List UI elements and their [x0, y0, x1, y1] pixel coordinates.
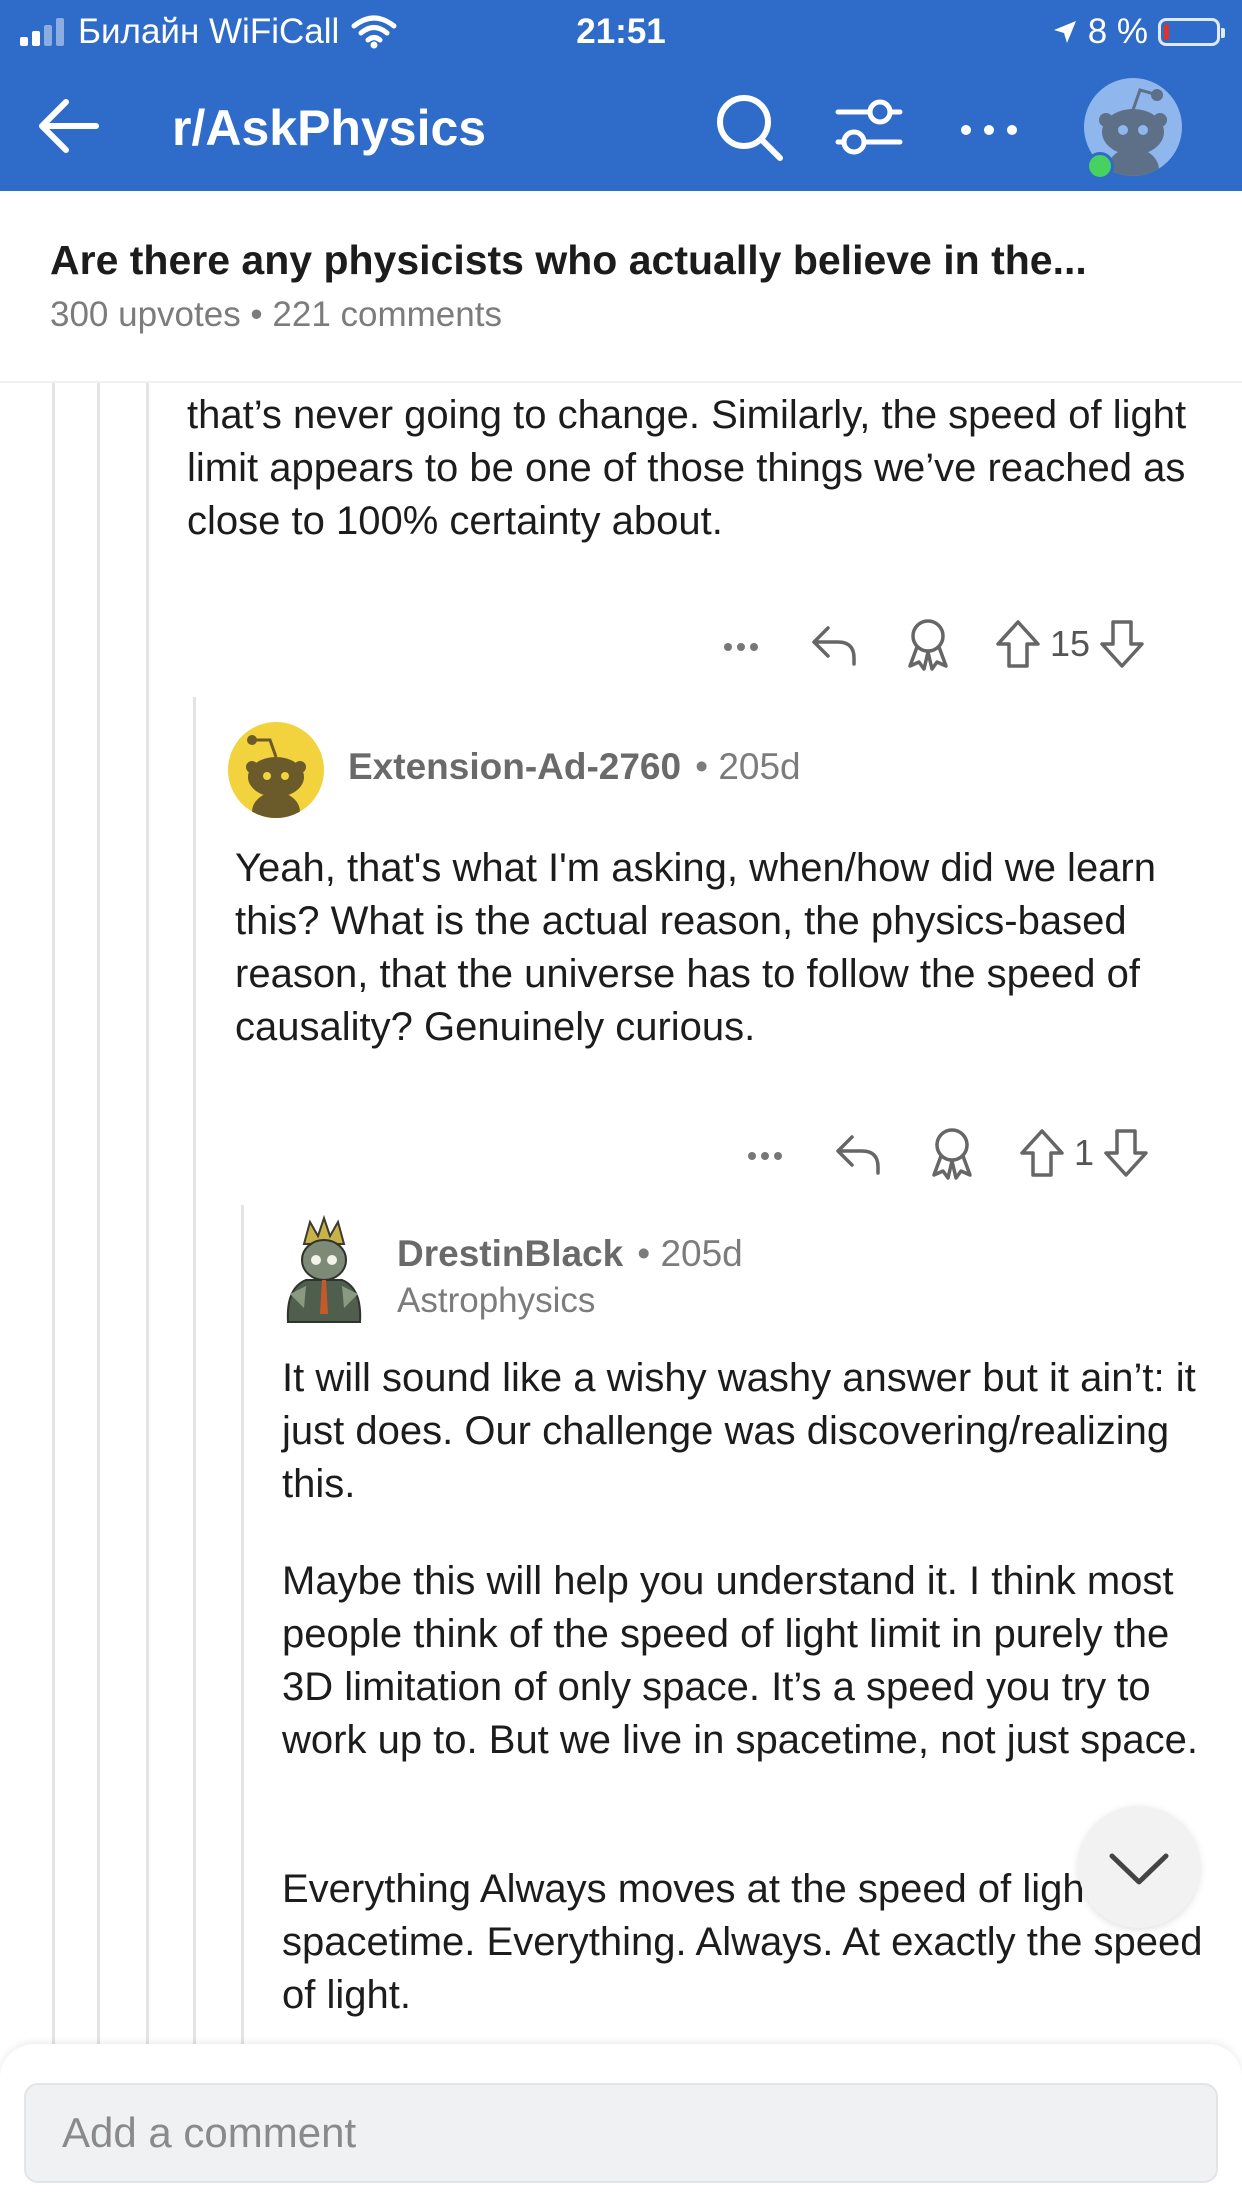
- downvote-icon[interactable]: [1102, 1127, 1150, 1179]
- filter-icon[interactable]: [832, 92, 906, 166]
- comment-composer: [0, 2044, 1242, 2208]
- more-dots-icon[interactable]: [716, 619, 766, 669]
- post-title[interactable]: Are there any physicists who actually be…: [50, 237, 1087, 284]
- thread-line[interactable]: [52, 383, 55, 2044]
- comment-paragraph: Everything Always moves at the speed of …: [282, 1867, 1203, 2017]
- battery-percent: 8 %: [1087, 12, 1148, 51]
- status-bar: Билайн WiFiCall 21:51 8 %: [0, 0, 1242, 64]
- search-icon[interactable]: [712, 90, 786, 164]
- comment-age: • 205d: [695, 746, 801, 787]
- comment-paragraph: It will sound like a wishy washy answer …: [282, 1356, 1196, 1506]
- comment-actions: 15: [716, 614, 1146, 674]
- downvote-icon[interactable]: [1098, 618, 1146, 670]
- thread-line[interactable]: [241, 1205, 244, 2044]
- avatar[interactable]: [276, 1214, 372, 1326]
- comment-body: Yeah, that's what I'm asking, when/how d…: [235, 846, 1156, 1049]
- author-name[interactable]: Extension-Ad-2760: [348, 746, 681, 788]
- knight-avatar-icon: [286, 1214, 362, 1323]
- back-arrow-icon[interactable]: [34, 94, 106, 158]
- location-arrow-icon: [1053, 21, 1076, 43]
- subreddit-title[interactable]: r/AskPhysics: [172, 98, 486, 158]
- more-dots-icon[interactable]: [740, 1128, 790, 1178]
- add-comment-input[interactable]: [24, 2083, 1218, 2183]
- more-icon[interactable]: [952, 92, 1026, 166]
- avatar[interactable]: [228, 722, 324, 818]
- thread-line[interactable]: [193, 697, 196, 2044]
- post-header[interactable]: Are there any physicists who actually be…: [0, 191, 1242, 383]
- author-name[interactable]: DrestinBlack: [397, 1233, 623, 1275]
- online-status-dot: [1086, 152, 1114, 180]
- comment-body: that’s never going to change. Similarly,…: [187, 393, 1187, 543]
- user-flair: Astrophysics: [397, 1281, 596, 1320]
- upvote-icon[interactable]: [1018, 1127, 1066, 1179]
- comment-author-row: DrestinBlack • 205d: [397, 1233, 743, 1275]
- battery-info: 8 %: [1052, 10, 1225, 54]
- nav-bar: r/AskPhysics: [0, 64, 1242, 191]
- scroll-down-button[interactable]: [1078, 1806, 1200, 1928]
- comment-paragraph: Maybe this will help you understand it. …: [282, 1559, 1198, 1762]
- upvote-icon[interactable]: [994, 618, 1042, 670]
- comment-actions: 1: [740, 1123, 1150, 1183]
- post-meta: 300 upvotes • 221 comments: [50, 295, 502, 334]
- thread-line[interactable]: [97, 383, 100, 2044]
- app-header: Билайн WiFiCall 21:51 8 % r/AskPhysics: [0, 0, 1242, 191]
- thread-line[interactable]: [146, 383, 149, 2044]
- comment-age: • 205d: [637, 1233, 743, 1274]
- vote-count: 1: [1074, 1132, 1095, 1173]
- battery-icon: [1158, 18, 1225, 46]
- award-icon[interactable]: [902, 616, 954, 672]
- comment-author-row: Extension-Ad-2760 • 205d: [348, 746, 801, 788]
- award-icon[interactable]: [926, 1125, 978, 1181]
- snoo-avatar-icon: [246, 735, 306, 818]
- reply-icon[interactable]: [832, 1127, 884, 1179]
- vote-count: 15: [1050, 623, 1091, 664]
- chevron-down-icon: [1109, 1853, 1169, 1885]
- reply-icon[interactable]: [808, 618, 860, 670]
